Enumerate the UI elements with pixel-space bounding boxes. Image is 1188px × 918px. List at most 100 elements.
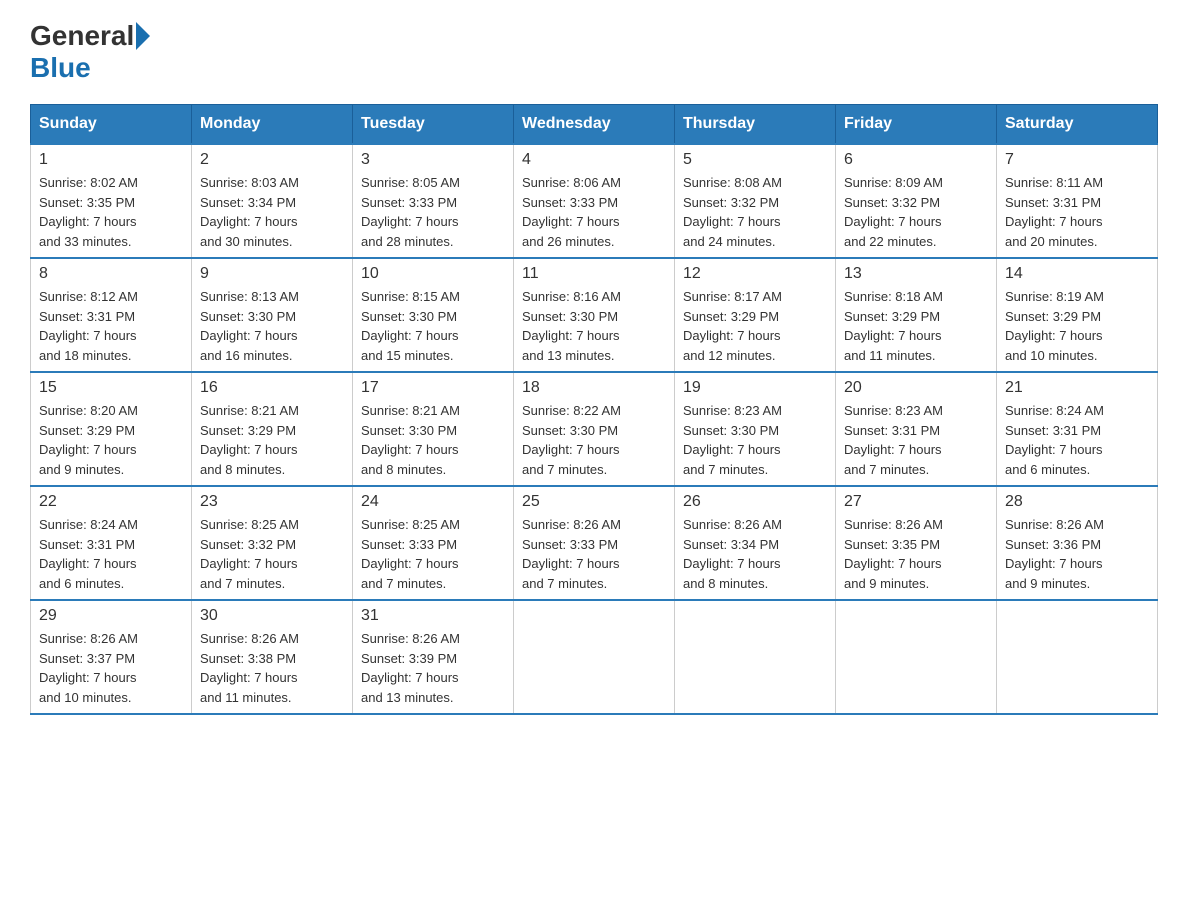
day-info: Sunrise: 8:25 AMSunset: 3:32 PMDaylight:…	[200, 515, 344, 593]
day-of-week-header: Saturday	[997, 105, 1158, 145]
day-number: 2	[200, 151, 344, 169]
day-number: 26	[683, 493, 827, 511]
day-info: Sunrise: 8:06 AMSunset: 3:33 PMDaylight:…	[522, 173, 666, 251]
calendar-week-row: 8 Sunrise: 8:12 AMSunset: 3:31 PMDaylight…	[31, 258, 1158, 372]
calendar-day-cell: 23 Sunrise: 8:25 AMSunset: 3:32 PMDayligh…	[192, 486, 353, 600]
day-info: Sunrise: 8:03 AMSunset: 3:34 PMDaylight:…	[200, 173, 344, 251]
calendar-day-cell: 5 Sunrise: 8:08 AMSunset: 3:32 PMDaylight…	[675, 144, 836, 258]
day-number: 7	[1005, 151, 1149, 169]
day-number: 9	[200, 265, 344, 283]
day-number: 23	[200, 493, 344, 511]
calendar-day-cell: 9 Sunrise: 8:13 AMSunset: 3:30 PMDaylight…	[192, 258, 353, 372]
header-row: SundayMondayTuesdayWednesdayThursdayFrid…	[31, 105, 1158, 145]
calendar-day-cell: 11 Sunrise: 8:16 AMSunset: 3:30 PMDayligh…	[514, 258, 675, 372]
logo-general-text: General	[30, 20, 134, 52]
page-header: General Blue	[30, 20, 1158, 84]
day-number: 15	[39, 379, 183, 397]
calendar-day-cell: 24 Sunrise: 8:25 AMSunset: 3:33 PMDayligh…	[353, 486, 514, 600]
day-info: Sunrise: 8:20 AMSunset: 3:29 PMDaylight:…	[39, 401, 183, 479]
day-info: Sunrise: 8:05 AMSunset: 3:33 PMDaylight:…	[361, 173, 505, 251]
calendar-day-cell: 12 Sunrise: 8:17 AMSunset: 3:29 PMDayligh…	[675, 258, 836, 372]
day-info: Sunrise: 8:09 AMSunset: 3:32 PMDaylight:…	[844, 173, 988, 251]
day-number: 4	[522, 151, 666, 169]
day-info: Sunrise: 8:11 AMSunset: 3:31 PMDaylight:…	[1005, 173, 1149, 251]
calendar-day-cell: 28 Sunrise: 8:26 AMSunset: 3:36 PMDayligh…	[997, 486, 1158, 600]
calendar-day-cell: 1 Sunrise: 8:02 AMSunset: 3:35 PMDaylight…	[31, 144, 192, 258]
day-number: 16	[200, 379, 344, 397]
day-number: 29	[39, 607, 183, 625]
day-number: 21	[1005, 379, 1149, 397]
calendar-day-cell: 2 Sunrise: 8:03 AMSunset: 3:34 PMDaylight…	[192, 144, 353, 258]
day-number: 13	[844, 265, 988, 283]
day-number: 20	[844, 379, 988, 397]
calendar-day-cell: 20Sunrise: 8:23 AMSunset: 3:31 PMDayligh…	[836, 372, 997, 486]
day-info: Sunrise: 8:17 AMSunset: 3:29 PMDaylight:…	[683, 287, 827, 365]
day-info: Sunrise: 8:26 AMSunset: 3:34 PMDaylight:…	[683, 515, 827, 593]
day-of-week-header: Friday	[836, 105, 997, 145]
day-info: Sunrise: 8:26 AMSunset: 3:36 PMDaylight:…	[1005, 515, 1149, 593]
calendar-week-row: 29 Sunrise: 8:26 AMSunset: 3:37 PMDayligh…	[31, 600, 1158, 714]
logo-arrow-icon	[136, 22, 150, 50]
logo-blue-text: Blue	[30, 52, 91, 84]
day-number: 19	[683, 379, 827, 397]
day-number: 1	[39, 151, 183, 169]
calendar-day-cell: 22 Sunrise: 8:24 AMSunset: 3:31 PMDayligh…	[31, 486, 192, 600]
calendar-day-cell	[997, 600, 1158, 714]
day-number: 5	[683, 151, 827, 169]
logo: General Blue	[30, 20, 152, 84]
day-number: 27	[844, 493, 988, 511]
calendar-day-cell: 21 Sunrise: 8:24 AMSunset: 3:31 PMDayligh…	[997, 372, 1158, 486]
calendar-day-cell: 29 Sunrise: 8:26 AMSunset: 3:37 PMDayligh…	[31, 600, 192, 714]
calendar-day-cell: 17Sunrise: 8:21 AMSunset: 3:30 PMDayligh…	[353, 372, 514, 486]
calendar-week-row: 15 Sunrise: 8:20 AMSunset: 3:29 PMDayligh…	[31, 372, 1158, 486]
calendar-day-cell: 26 Sunrise: 8:26 AMSunset: 3:34 PMDayligh…	[675, 486, 836, 600]
calendar-day-cell: 4 Sunrise: 8:06 AMSunset: 3:33 PMDaylight…	[514, 144, 675, 258]
day-number: 12	[683, 265, 827, 283]
calendar-day-cell: 7 Sunrise: 8:11 AMSunset: 3:31 PMDaylight…	[997, 144, 1158, 258]
day-number: 30	[200, 607, 344, 625]
day-info: Sunrise: 8:02 AMSunset: 3:35 PMDaylight:…	[39, 173, 183, 251]
day-number: 22	[39, 493, 183, 511]
day-of-week-header: Thursday	[675, 105, 836, 145]
day-number: 18	[522, 379, 666, 397]
day-of-week-header: Monday	[192, 105, 353, 145]
day-info: Sunrise: 8:08 AMSunset: 3:32 PMDaylight:…	[683, 173, 827, 251]
calendar-day-cell: 31Sunrise: 8:26 AMSunset: 3:39 PMDayligh…	[353, 600, 514, 714]
calendar-table: SundayMondayTuesdayWednesdayThursdayFrid…	[30, 104, 1158, 715]
calendar-day-cell: 18 Sunrise: 8:22 AMSunset: 3:30 PMDayligh…	[514, 372, 675, 486]
day-of-week-header: Wednesday	[514, 105, 675, 145]
calendar-day-cell: 13 Sunrise: 8:18 AMSunset: 3:29 PMDayligh…	[836, 258, 997, 372]
day-info: Sunrise: 8:24 AMSunset: 3:31 PMDaylight:…	[1005, 401, 1149, 479]
calendar-body: 1 Sunrise: 8:02 AMSunset: 3:35 PMDaylight…	[31, 144, 1158, 714]
calendar-day-cell: 25Sunrise: 8:26 AMSunset: 3:33 PMDayligh…	[514, 486, 675, 600]
calendar-day-cell: 30Sunrise: 8:26 AMSunset: 3:38 PMDayligh…	[192, 600, 353, 714]
day-info: Sunrise: 8:26 AMSunset: 3:35 PMDaylight:…	[844, 515, 988, 593]
day-info: Sunrise: 8:13 AMSunset: 3:30 PMDaylight:…	[200, 287, 344, 365]
day-number: 28	[1005, 493, 1149, 511]
calendar-day-cell: 8 Sunrise: 8:12 AMSunset: 3:31 PMDaylight…	[31, 258, 192, 372]
calendar-day-cell: 6 Sunrise: 8:09 AMSunset: 3:32 PMDaylight…	[836, 144, 997, 258]
day-number: 3	[361, 151, 505, 169]
day-info: Sunrise: 8:23 AMSunset: 3:30 PMDaylight:…	[683, 401, 827, 479]
day-number: 6	[844, 151, 988, 169]
day-info: Sunrise: 8:24 AMSunset: 3:31 PMDaylight:…	[39, 515, 183, 593]
calendar-day-cell: 3 Sunrise: 8:05 AMSunset: 3:33 PMDaylight…	[353, 144, 514, 258]
day-info: Sunrise: 8:26 AMSunset: 3:33 PMDaylight:…	[522, 515, 666, 593]
day-number: 10	[361, 265, 505, 283]
calendar-day-cell: 27 Sunrise: 8:26 AMSunset: 3:35 PMDayligh…	[836, 486, 997, 600]
day-info: Sunrise: 8:12 AMSunset: 3:31 PMDaylight:…	[39, 287, 183, 365]
day-info: Sunrise: 8:21 AMSunset: 3:30 PMDaylight:…	[361, 401, 505, 479]
calendar-day-cell	[675, 600, 836, 714]
day-info: Sunrise: 8:16 AMSunset: 3:30 PMDaylight:…	[522, 287, 666, 365]
day-number: 11	[522, 265, 666, 283]
calendar-day-cell: 14Sunrise: 8:19 AMSunset: 3:29 PMDayligh…	[997, 258, 1158, 372]
calendar-day-cell: 19 Sunrise: 8:23 AMSunset: 3:30 PMDayligh…	[675, 372, 836, 486]
day-info: Sunrise: 8:18 AMSunset: 3:29 PMDaylight:…	[844, 287, 988, 365]
day-info: Sunrise: 8:25 AMSunset: 3:33 PMDaylight:…	[361, 515, 505, 593]
day-number: 24	[361, 493, 505, 511]
day-number: 8	[39, 265, 183, 283]
day-info: Sunrise: 8:22 AMSunset: 3:30 PMDaylight:…	[522, 401, 666, 479]
day-info: Sunrise: 8:15 AMSunset: 3:30 PMDaylight:…	[361, 287, 505, 365]
day-info: Sunrise: 8:26 AMSunset: 3:37 PMDaylight:…	[39, 629, 183, 707]
day-info: Sunrise: 8:19 AMSunset: 3:29 PMDaylight:…	[1005, 287, 1149, 365]
